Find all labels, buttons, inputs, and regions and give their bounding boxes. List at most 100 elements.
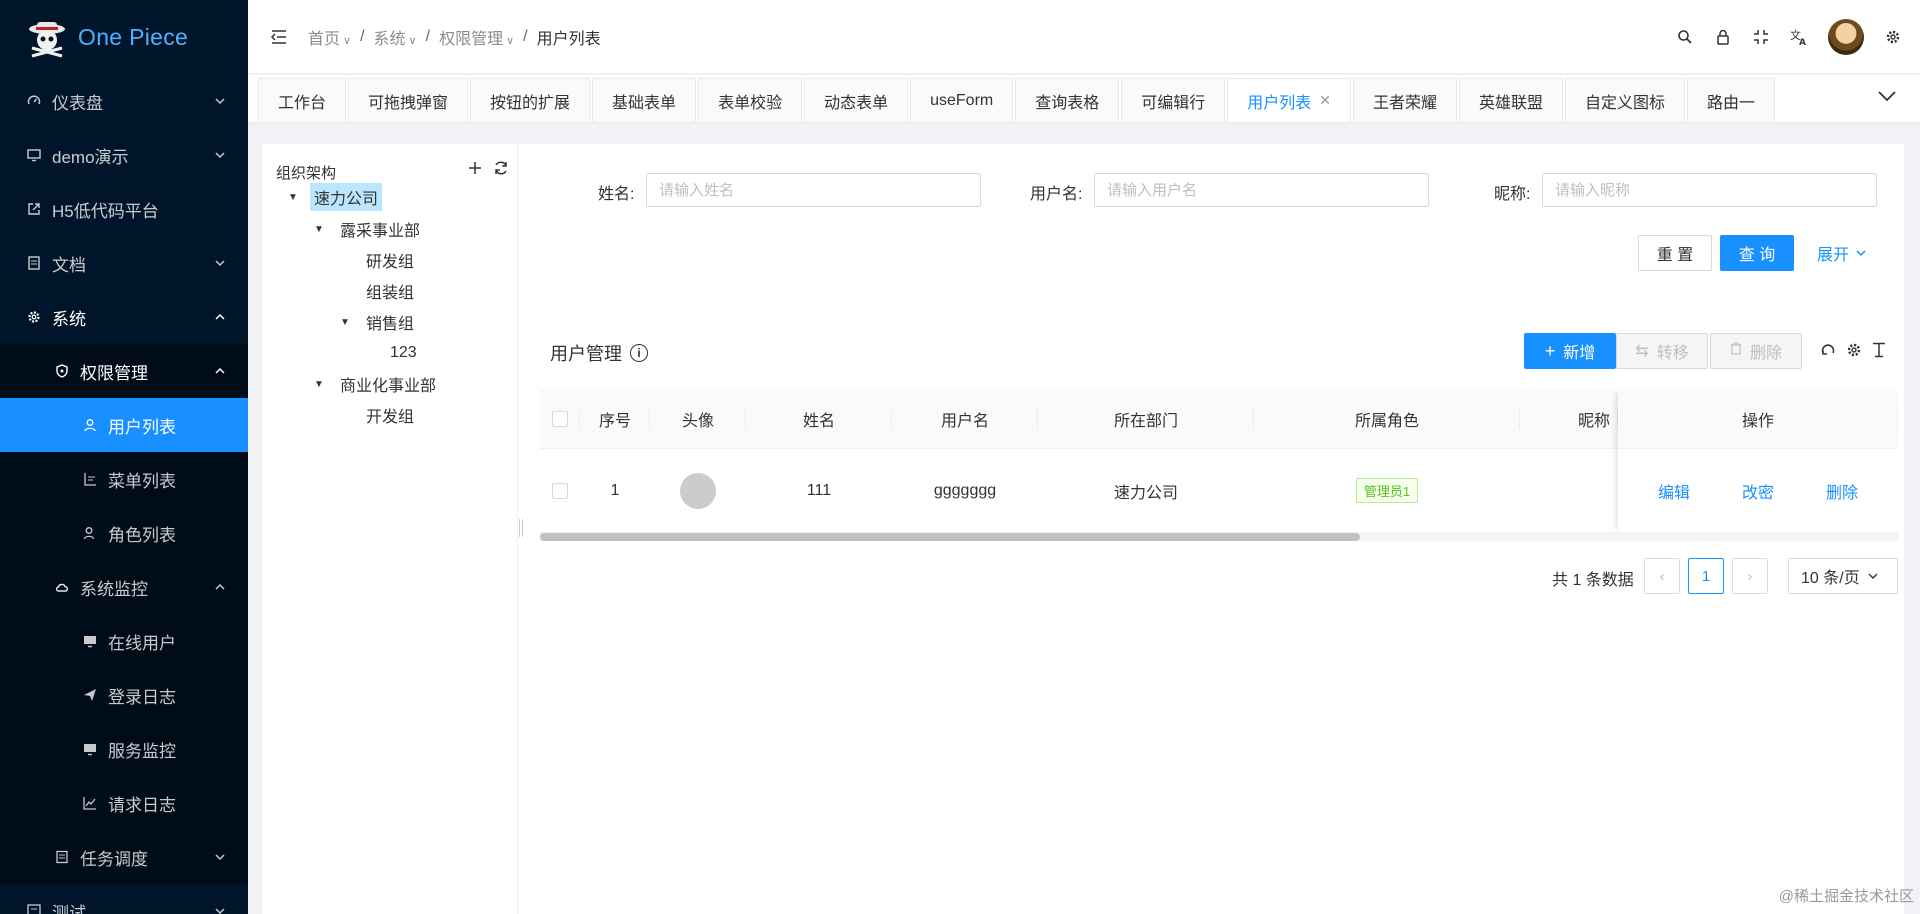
page-size-select[interactable]: 10 条/页 [1788,558,1898,594]
chart-icon [82,795,98,811]
caret-down-icon[interactable]: ▼ [314,379,326,390]
fullscreen-icon[interactable] [1752,28,1770,46]
refresh-icon[interactable] [493,160,509,181]
scrollbar-thumb[interactable] [540,533,1360,541]
user-avatar[interactable] [1828,19,1864,55]
caret-down-icon[interactable]: ▼ [288,192,300,203]
tab-user-list[interactable]: 用户列表 ✕ [1227,78,1351,122]
plus-icon: + [1544,340,1556,361]
screen-icon [82,633,98,649]
sidebar-item-online-users[interactable]: 在线用户 [0,614,248,668]
top-header: 首页 ∨ / 系统 ∨ / 权限管理 ∨ / 用户列表 文A [248,0,1920,74]
menu-fold-icon[interactable] [270,28,288,46]
username-cell: ggggggg [933,481,997,499]
chevron-down-icon [215,908,225,914]
info-icon[interactable]: i [630,344,648,362]
sidebar-item-permission[interactable]: 权限管理 [0,344,248,398]
username-input[interactable] [1094,173,1429,207]
expand-link[interactable]: 展开 [1810,235,1874,271]
tree-node[interactable]: ▼ 速力公司 [288,183,383,211]
tree-node[interactable]: ▼ 商业化事业部 [314,371,440,397]
tab-dynamic-form[interactable]: 动态表单 [804,78,909,122]
sidebar-item-user-list[interactable]: 用户列表 [0,398,248,452]
resize-handle[interactable] [519,519,523,537]
tab-bar: 工作台 可拖拽弹窗 按钮的扩展 基础表单 表单校验 动态表单 useForm 查… [248,75,1920,123]
page-number-button[interactable]: 1 [1688,558,1724,594]
breadcrumb-system[interactable]: 系统 ∨ [374,25,417,49]
caret-down-icon[interactable]: ▼ [314,224,326,235]
tab-editable-row[interactable]: 可编辑行 [1121,78,1226,122]
column-settings-icon[interactable] [1846,342,1862,363]
tab-honor-of-kings[interactable]: 王者荣耀 [1353,78,1458,122]
chevron-down-icon: ∨ [506,34,515,47]
tab-button-extension[interactable]: 按钮的扩展 [470,78,591,122]
search-icon[interactable] [1676,28,1694,46]
sidebar-item-role-list[interactable]: 角色列表 [0,506,248,560]
tree-node[interactable]: 组装组 [362,278,418,304]
tree-node[interactable]: ▼ 销售组 [340,309,418,335]
sidebar-item-demo[interactable]: demo演示 [0,128,248,182]
nickname-input[interactable] [1542,173,1877,207]
prev-page-button[interactable]: ‹ [1644,558,1680,594]
tab-basic-form[interactable]: 基础表单 [592,78,697,122]
sidebar-item-h5-lowcode[interactable]: H5低代码平台 [0,182,248,236]
sidebar-item-label: H5低代码平台 [52,201,159,221]
avatar-cell [650,449,746,532]
name-input[interactable] [646,173,981,207]
horizontal-scrollbar[interactable] [540,533,1898,541]
sidebar-item-label: demo演示 [52,147,129,167]
screen-icon [82,741,98,757]
tab-useform[interactable]: useForm [910,78,1014,122]
add-button[interactable]: + 新增 [1524,333,1616,369]
sidebar-item-label: 文档 [52,255,86,275]
sidebar-item-system[interactable]: 系统 [0,290,248,344]
breadcrumb-home[interactable]: 首页 ∨ [308,25,351,49]
sidebar-item-label: 用户列表 [108,417,176,437]
sidebar-item-label: 角色列表 [108,525,176,545]
chevron-right-icon: › [1747,567,1753,585]
tab-draggable-modal[interactable]: 可拖拽弹窗 [348,78,469,122]
sidebar-item-service-monitor[interactable]: 服务监控 [0,722,248,776]
sidebar-item-request-log[interactable]: 请求日志 [0,776,248,830]
tree-node[interactable]: 研发组 [362,247,418,273]
density-icon[interactable] [1872,342,1886,363]
caret-down-icon[interactable]: ▼ [340,317,352,328]
plus-icon[interactable] [467,160,483,181]
chevron-down-icon[interactable] [1876,85,1898,107]
tab-league-of-legends[interactable]: 英雄联盟 [1459,78,1564,122]
chevron-up-icon [215,367,225,374]
tab-custom-icon[interactable]: 自定义图标 [1565,78,1686,122]
sidebar-item-system-monitor[interactable]: 系统监控 [0,560,248,614]
breadcrumb-permission[interactable]: 权限管理 ∨ [439,25,514,49]
sidebar-item-label: 请求日志 [108,795,176,815]
tree-node[interactable]: 123 [386,340,421,366]
app-logo[interactable]: One Piece [0,0,248,74]
sidebar-item-login-log[interactable]: 登录日志 [0,668,248,722]
tab-form-validation[interactable]: 表单校验 [698,78,803,122]
column-header: 昵称 [1520,389,1618,448]
select-all-checkbox[interactable] [552,410,568,427]
transfer-button[interactable]: ⇆ 转移 [1616,333,1708,369]
row-checkbox[interactable] [552,482,568,499]
reset-button[interactable]: 重 置 [1638,235,1712,271]
reload-icon[interactable] [1820,342,1836,363]
next-page-button[interactable]: › [1732,558,1768,594]
tab-workbench[interactable]: 工作台 [258,78,347,122]
settings-gear-icon[interactable] [1884,28,1902,46]
query-button[interactable]: 查 询 [1720,235,1794,271]
sidebar-item-task-schedule[interactable]: 任务调度 [0,830,248,884]
tab-route-one[interactable]: 路由一 [1687,78,1776,122]
tree-node[interactable]: ▼ 露采事业部 [314,216,424,242]
user-avatar-placeholder [680,472,716,509]
tree-node[interactable]: 开发组 [362,402,418,428]
lock-icon[interactable] [1714,28,1732,46]
sidebar-item-menu-list[interactable]: 菜单列表 [0,452,248,506]
sidebar-item-dashboard[interactable]: 仪表盘 [0,74,248,128]
sidebar-item-test[interactable]: 测试 [0,884,248,914]
delete-button[interactable]: 删除 [1710,333,1802,369]
chevron-down-icon: ∨ [408,34,417,47]
sidebar-item-docs[interactable]: 文档 [0,236,248,290]
translate-icon[interactable]: 文A [1790,28,1808,46]
close-icon[interactable]: ✕ [1319,92,1331,109]
tab-query-table[interactable]: 查询表格 [1015,78,1120,122]
